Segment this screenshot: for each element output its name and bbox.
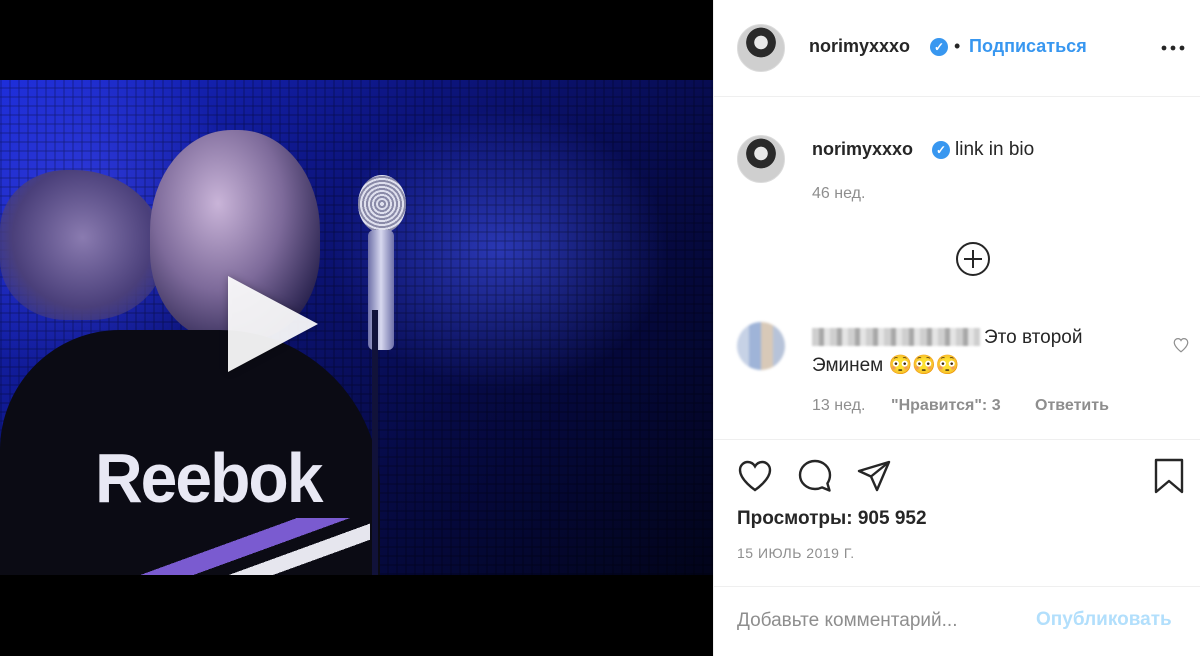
- caption-timestamp[interactable]: 46 нед.: [812, 185, 865, 203]
- comment-text: Это второй Эминем 😳😳😳: [812, 327, 1083, 376]
- comment-composer: Опубликовать: [714, 586, 1200, 656]
- verified-badge-icon: ✓: [930, 38, 948, 56]
- share-icon[interactable]: [855, 457, 893, 495]
- more-options-icon[interactable]: [1160, 36, 1186, 56]
- comment-icon[interactable]: [796, 457, 834, 495]
- post-header: norimyxxxo ✓ • Подписаться: [714, 0, 1200, 97]
- post-panel: norimyxxxo ✓ • Подписаться norimyxxxo ✓ …: [713, 0, 1200, 656]
- caption-text: link in bio: [955, 139, 1035, 160]
- caption-avatar[interactable]: [737, 135, 785, 183]
- bookmark-icon[interactable]: [1150, 457, 1188, 495]
- post-comment-button[interactable]: Опубликовать: [1036, 609, 1172, 631]
- comment-likes-count[interactable]: "Нравится": 3: [891, 397, 1001, 415]
- post-date[interactable]: 15 ИЮЛЬ 2019 Г.: [737, 545, 855, 561]
- username-link[interactable]: norimyxxxo: [809, 36, 910, 57]
- video-shirt-logo: Reebok: [95, 439, 323, 517]
- commenter-avatar[interactable]: [737, 322, 785, 370]
- video-microphone: [358, 175, 406, 233]
- views-count[interactable]: Просмотры: 905 952: [737, 508, 927, 530]
- heart-icon[interactable]: [736, 457, 774, 495]
- plus-circle-icon[interactable]: [955, 241, 991, 277]
- video-mic-stand: [372, 310, 378, 575]
- video-shirt-stripe: [120, 518, 370, 575]
- comment-input[interactable]: [737, 604, 1027, 638]
- caption-username[interactable]: norimyxxxo: [812, 139, 913, 160]
- comment-like-heart-icon[interactable]: [1172, 336, 1190, 354]
- comment-timestamp[interactable]: 13 нед.: [812, 397, 865, 415]
- reply-button[interactable]: Ответить: [1035, 397, 1109, 415]
- avatar[interactable]: [737, 24, 785, 72]
- verified-badge-icon: ✓: [932, 141, 950, 159]
- separator-dot: •: [954, 36, 961, 56]
- video-frame[interactable]: Reebok: [0, 80, 713, 575]
- video-player[interactable]: Reebok: [0, 0, 713, 656]
- play-icon[interactable]: [228, 276, 318, 372]
- follow-button[interactable]: Подписаться: [969, 36, 1087, 57]
- actions-divider: [714, 439, 1200, 440]
